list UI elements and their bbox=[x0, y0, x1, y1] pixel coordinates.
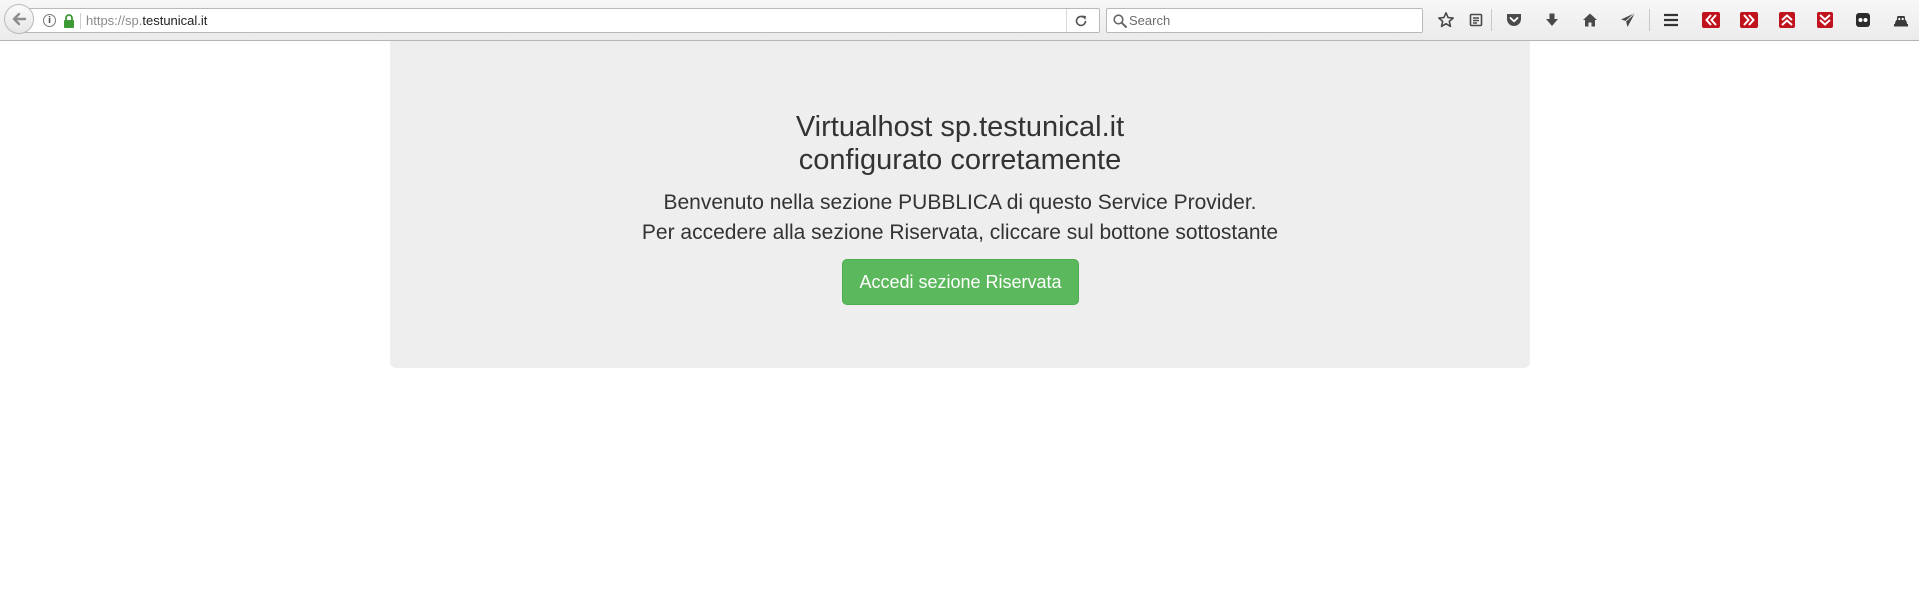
addon-prev-icon[interactable] bbox=[1699, 9, 1723, 31]
addon-down-icon[interactable] bbox=[1813, 9, 1837, 31]
pocket-icon[interactable] bbox=[1502, 9, 1526, 31]
reading-list-icon[interactable] bbox=[1464, 9, 1488, 31]
bookmark-star-icon[interactable] bbox=[1434, 9, 1458, 31]
addon-mask-icon[interactable] bbox=[1851, 9, 1875, 31]
page-title: Virtualhost sp.testunical.it configurato… bbox=[390, 111, 1530, 177]
addon-next-icon[interactable] bbox=[1737, 9, 1761, 31]
access-reserved-button[interactable]: Accedi sezione Riservata bbox=[842, 259, 1079, 305]
addon-robot-icon[interactable] bbox=[1889, 9, 1913, 31]
search-bar[interactable] bbox=[1106, 8, 1423, 33]
search-icon bbox=[1113, 14, 1127, 28]
lead-line-2: Per accedere alla sezione Riservata, cli… bbox=[641, 221, 1279, 244]
title-line-1: Virtualhost sp.testunical.it bbox=[795, 111, 1125, 143]
download-icon[interactable] bbox=[1540, 9, 1564, 31]
addon-up-icon[interactable] bbox=[1775, 9, 1799, 31]
reload-separator bbox=[1066, 9, 1067, 32]
title-line-2: configurato corretamente bbox=[798, 144, 1122, 176]
search-input[interactable] bbox=[1129, 10, 1419, 31]
menu-icon[interactable] bbox=[1659, 9, 1683, 31]
url-scheme: https://sp. bbox=[86, 13, 143, 28]
url-host: testunical.it bbox=[142, 13, 208, 28]
send-tab-icon[interactable] bbox=[1616, 9, 1640, 31]
toolbar-separator bbox=[1491, 9, 1492, 31]
url-text[interactable]: https://sp.testunical.it bbox=[86, 13, 207, 29]
url-separator bbox=[80, 13, 81, 29]
site-info-icon[interactable]: i bbox=[43, 14, 56, 27]
back-button[interactable] bbox=[4, 4, 34, 34]
lead-line-1: Benvenuto nella sezione PUBBLICA di ques… bbox=[663, 191, 1257, 214]
back-arrow-icon bbox=[12, 12, 27, 26]
reload-icon[interactable] bbox=[1073, 13, 1089, 29]
home-icon[interactable] bbox=[1578, 9, 1602, 31]
lock-icon[interactable] bbox=[62, 13, 76, 29]
welcome-jumbotron: Virtualhost sp.testunical.it configurato… bbox=[390, 41, 1530, 368]
browser-toolbar: i https://sp.testunical.it bbox=[0, 0, 1919, 41]
toolbar-separator bbox=[1649, 9, 1650, 31]
url-bar[interactable]: i https://sp.testunical.it bbox=[22, 8, 1100, 33]
welcome-lead: Benvenuto nella sezione PUBBLICA di ques… bbox=[390, 188, 1530, 248]
